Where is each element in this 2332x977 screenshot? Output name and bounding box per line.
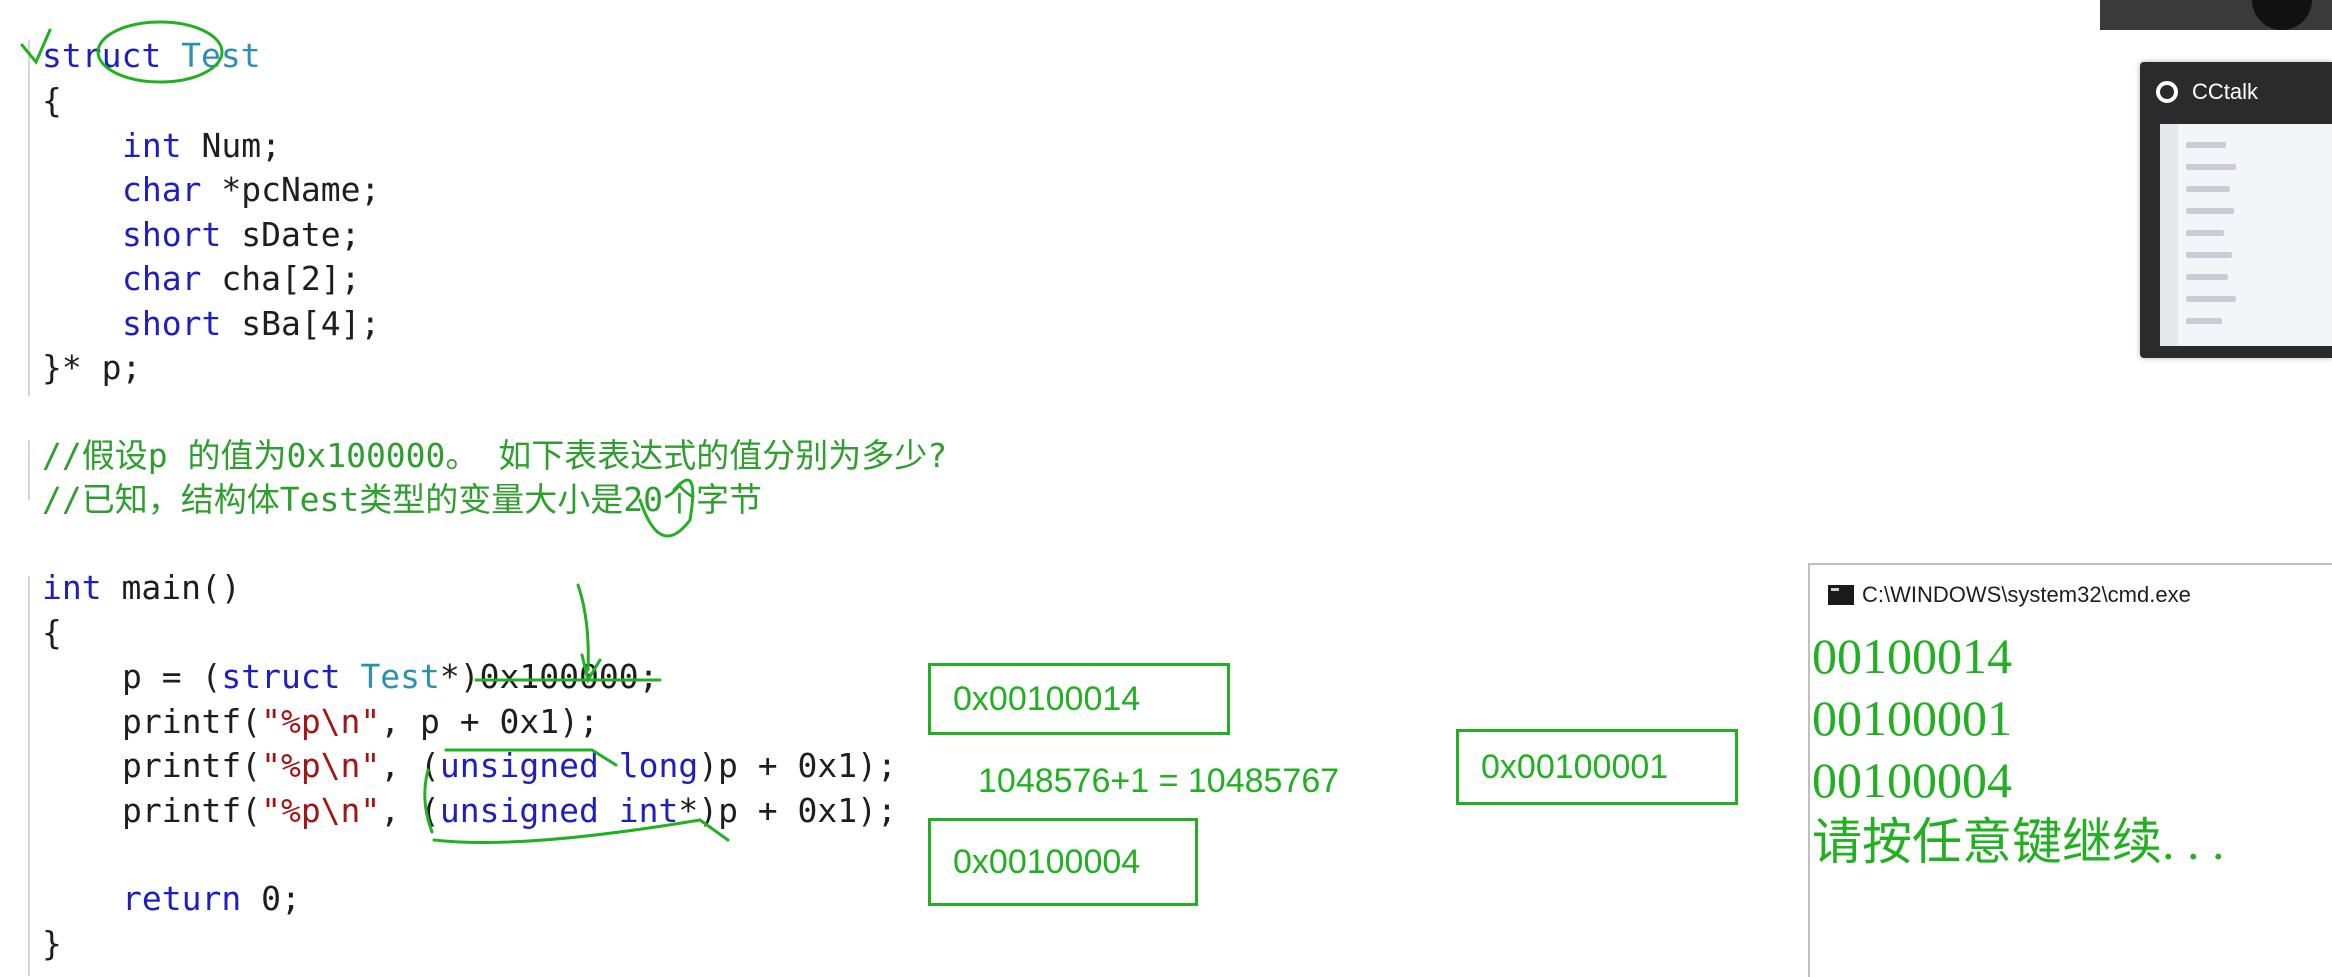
list-item bbox=[2186, 274, 2228, 280]
cctalk-window[interactable]: CCtalk bbox=[2140, 62, 2332, 358]
list-item bbox=[2186, 230, 2224, 236]
cctalk-header: CCtalk bbox=[2140, 62, 2332, 122]
arrow-mark bbox=[580, 653, 602, 684]
cctalk-preview bbox=[2160, 124, 2332, 346]
output-line: 00100014 bbox=[1812, 628, 2012, 684]
cctalk-logo-icon bbox=[2156, 81, 2178, 103]
check-mark bbox=[20, 28, 52, 65]
cmd-titlebar[interactable]: C:\WINDOWS\system32\cmd.exe bbox=[1810, 565, 2332, 625]
circle-mark bbox=[96, 20, 224, 84]
circle-mark bbox=[638, 478, 695, 538]
underline-mark bbox=[432, 818, 730, 844]
list-item bbox=[2186, 208, 2234, 214]
handwritten-annotations bbox=[20, 20, 730, 844]
list-item bbox=[2186, 252, 2232, 258]
cmd-output: 00100014 00100001 00100004 请按任意键继续. . . bbox=[1810, 625, 2332, 873]
cmd-title: C:\WINDOWS\system32\cmd.exe bbox=[1862, 582, 2191, 607]
list-item bbox=[2186, 186, 2230, 192]
list-item bbox=[2186, 296, 2236, 302]
cmd-window[interactable]: C:\WINDOWS\system32\cmd.exe 00100014 001… bbox=[1808, 563, 2332, 977]
output-line: 00100004 bbox=[1812, 752, 2012, 808]
list-item bbox=[2186, 318, 2222, 324]
output-line: 00100001 bbox=[1812, 690, 2012, 746]
list-item bbox=[2186, 164, 2236, 170]
cctalk-sidebar bbox=[2160, 124, 2178, 346]
output-line: 请按任意键继续. . . bbox=[1812, 814, 2225, 870]
cctalk-title: CCtalk bbox=[2192, 79, 2259, 104]
bracket-mark bbox=[423, 768, 434, 834]
webcam-overlay bbox=[2100, 0, 2332, 30]
console-icon bbox=[1828, 585, 1854, 605]
list-item bbox=[2186, 142, 2226, 148]
underline-mark bbox=[444, 748, 618, 767]
